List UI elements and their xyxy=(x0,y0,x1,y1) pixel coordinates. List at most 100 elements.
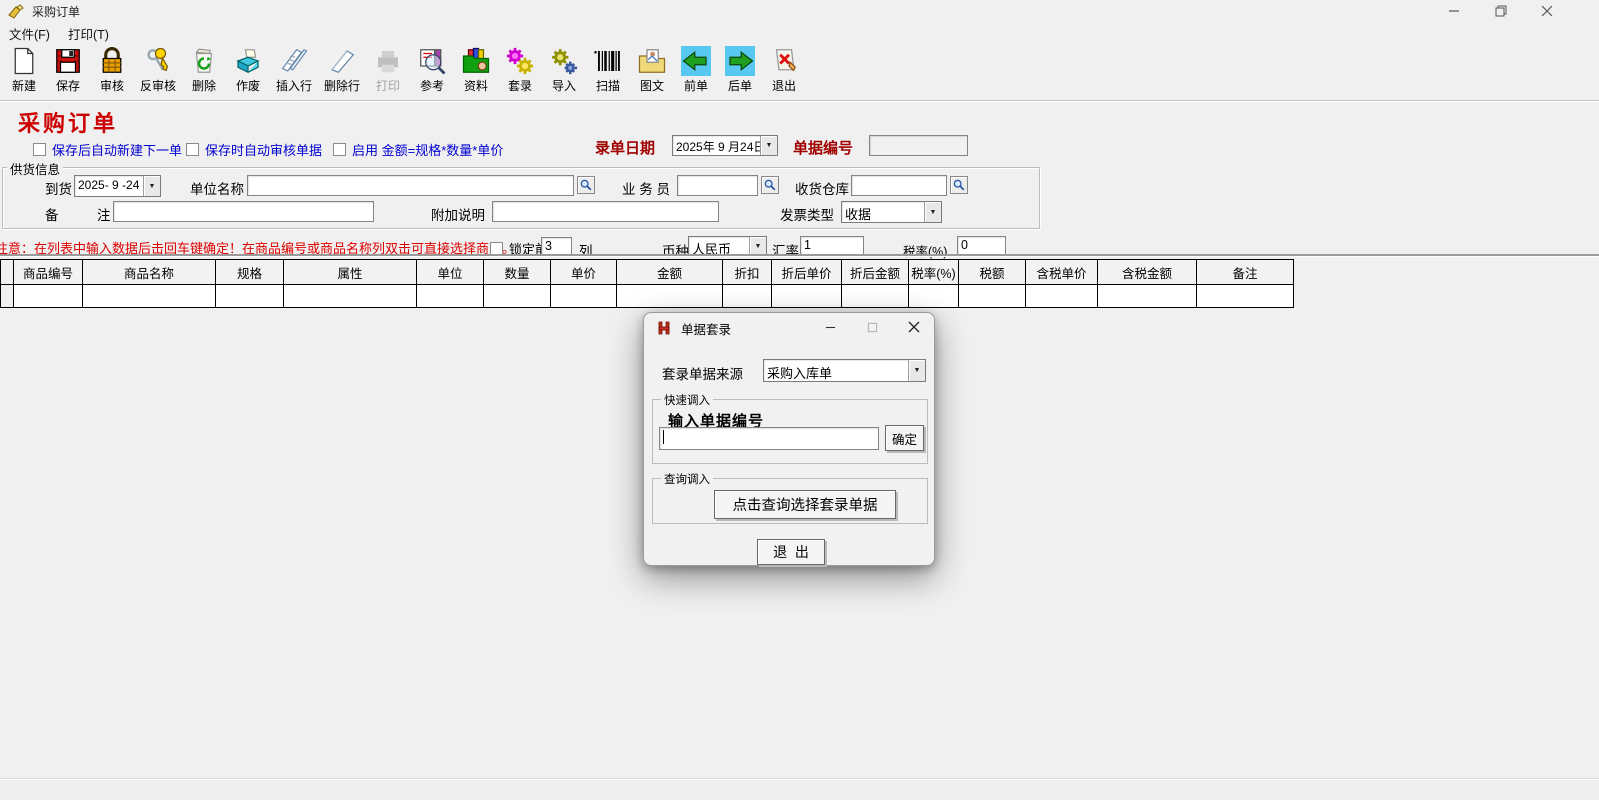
app-icon xyxy=(8,3,24,19)
column-header[interactable]: 属性 xyxy=(284,259,417,285)
toolbar-exit-button[interactable]: 退出 xyxy=(762,45,806,95)
checkbox-enable-formula[interactable]: 启用 金额=规格*数量*单价 xyxy=(333,140,503,159)
column-header[interactable]: 规格 xyxy=(216,259,284,285)
salesman-lookup-button[interactable] xyxy=(761,176,779,194)
dialog-exit-button[interactable]: 退 出 xyxy=(757,539,825,565)
query-load-group-title: 查询调入 xyxy=(661,471,713,487)
search-icon xyxy=(579,178,593,192)
grid-cell[interactable] xyxy=(909,285,959,308)
column-header[interactable]: 单位 xyxy=(417,259,484,285)
column-header[interactable]: 商品编号 xyxy=(14,259,83,285)
invoice-type-combo[interactable]: 收据 ▼ xyxy=(841,201,942,223)
column-header[interactable]: 商品名称 xyxy=(83,259,216,285)
lock-count-input[interactable]: 3 xyxy=(541,237,572,255)
query-select-button[interactable]: 点击查询选择套录单据 xyxy=(714,490,896,519)
column-header[interactable]: 备注 xyxy=(1197,259,1294,285)
column-header[interactable]: 含税单价 xyxy=(1026,259,1098,285)
chevron-down-icon[interactable]: ▼ xyxy=(760,136,777,155)
menu-file[interactable]: 文件(F) xyxy=(0,22,59,45)
grid-cell[interactable] xyxy=(1098,285,1197,308)
source-label: 套录单据来源 xyxy=(662,363,743,383)
toolbar-unaudit-button[interactable]: 反审核 xyxy=(134,45,182,95)
chevron-down-icon[interactable]: ▼ xyxy=(143,176,160,196)
grid-cell[interactable] xyxy=(284,285,417,308)
grid-cell[interactable] xyxy=(83,285,216,308)
column-header[interactable]: 数量 xyxy=(484,259,551,285)
grid-cell[interactable] xyxy=(772,285,842,308)
toolbar-save-button[interactable]: 保存 xyxy=(46,45,90,95)
dialog-minimize-button[interactable] xyxy=(820,317,840,337)
tax-rate-input[interactable]: 0 xyxy=(957,236,1006,255)
toolbar-void-button[interactable]: 作废 xyxy=(226,45,270,95)
checkbox-box[interactable] xyxy=(33,143,46,156)
grid-cell[interactable] xyxy=(959,285,1026,308)
grid-cell[interactable] xyxy=(617,285,723,308)
toolbar-data-button[interactable]: 资料 xyxy=(454,45,498,95)
status-strip xyxy=(0,780,1599,800)
restore-icon xyxy=(1495,5,1507,17)
grid-cell[interactable] xyxy=(484,285,551,308)
toolbar-scan-button[interactable]: 扫描 xyxy=(586,45,630,95)
grid-cell[interactable] xyxy=(723,285,772,308)
column-header[interactable]: 税额 xyxy=(959,259,1026,285)
remark-input[interactable] xyxy=(113,201,374,222)
arrive-date-combo[interactable]: 2025- 9 -24 ▼ xyxy=(74,175,161,197)
grid-cell[interactable] xyxy=(14,285,83,308)
row-selector-cell[interactable] xyxy=(0,285,14,308)
column-header[interactable]: 单价 xyxy=(551,259,617,285)
toolbar-extract-button[interactable]: 套录 xyxy=(498,45,542,95)
data-folder-icon xyxy=(461,46,491,76)
chevron-down-icon[interactable]: ▼ xyxy=(924,202,941,222)
toolbar-image-button[interactable]: 图文 xyxy=(630,45,674,95)
dialog-close-button[interactable] xyxy=(904,317,924,337)
grid-empty-row xyxy=(0,285,1294,308)
dialog-icon xyxy=(656,320,672,336)
window-title: 采购订单 xyxy=(32,3,80,20)
minimize-button[interactable] xyxy=(1431,0,1477,22)
toolbar-reference-button[interactable]: 参考 xyxy=(410,45,454,95)
salesman-input[interactable] xyxy=(677,175,758,196)
chevron-down-icon[interactable]: ▼ xyxy=(908,360,925,381)
column-header[interactable]: 税率(%) xyxy=(909,259,959,285)
toolbar-import-button[interactable]: 导入 xyxy=(542,45,586,95)
toolbar-print-button: 打印 xyxy=(366,45,410,95)
unit-name-input[interactable] xyxy=(247,175,574,196)
warehouse-input[interactable] xyxy=(851,175,947,196)
grid-cell[interactable] xyxy=(216,285,284,308)
checkbox-box[interactable] xyxy=(186,143,199,156)
toolbar-next-doc-button[interactable]: 后单 xyxy=(718,45,762,95)
invoice-type-label: 发票类型 xyxy=(780,204,834,224)
toolbar-prev-doc-button[interactable]: 前单 xyxy=(674,45,718,95)
grid-cell[interactable] xyxy=(551,285,617,308)
column-header[interactable]: 折后单价 xyxy=(772,259,842,285)
extra-note-input[interactable] xyxy=(492,201,719,222)
grid-cell[interactable] xyxy=(417,285,484,308)
close-button[interactable] xyxy=(1524,0,1570,22)
toolbar-delete-row-button[interactable]: 删除行 xyxy=(318,45,366,95)
toolbar-new-button[interactable]: 新建 xyxy=(2,45,46,95)
grid-cell[interactable] xyxy=(1026,285,1098,308)
warehouse-lookup-button[interactable] xyxy=(950,176,968,194)
grid-cell[interactable] xyxy=(842,285,909,308)
toolbar-delete-button[interactable]: 删除 xyxy=(182,45,226,95)
column-header[interactable]: 含税金额 xyxy=(1098,259,1197,285)
checkbox-box[interactable] xyxy=(333,143,346,156)
ok-button[interactable]: 确定 xyxy=(885,425,924,451)
toolbar-insert-row-button[interactable]: 插入行 xyxy=(270,45,318,95)
source-combo[interactable]: 采购入库单 ▼ xyxy=(763,359,926,382)
reference-magnifier-icon xyxy=(417,46,447,76)
grid-cell[interactable] xyxy=(1197,285,1294,308)
exchange-rate-input[interactable]: 1 xyxy=(800,236,864,255)
doc-number-input[interactable] xyxy=(659,427,879,450)
toolbar-audit-button[interactable]: 审核 xyxy=(90,45,134,95)
grid-header-row: 商品编号 商品名称 规格 属性 单位 数量 单价 金额 折扣 折后单价 折后金额… xyxy=(0,259,1294,285)
checkbox-auto-audit[interactable]: 保存时自动审核单据 xyxy=(186,140,322,159)
checkbox-auto-new[interactable]: 保存后自动新建下一单 xyxy=(33,140,182,159)
restore-button[interactable] xyxy=(1478,0,1524,22)
menu-print[interactable]: 打印(T) xyxy=(59,22,118,45)
entry-date-combo[interactable]: 2025年 9 月24日 ▼ xyxy=(672,135,778,156)
column-header[interactable]: 金额 xyxy=(617,259,723,285)
column-header[interactable]: 折扣 xyxy=(723,259,772,285)
column-header[interactable]: 折后金额 xyxy=(842,259,909,285)
unit-lookup-button[interactable] xyxy=(577,176,595,194)
